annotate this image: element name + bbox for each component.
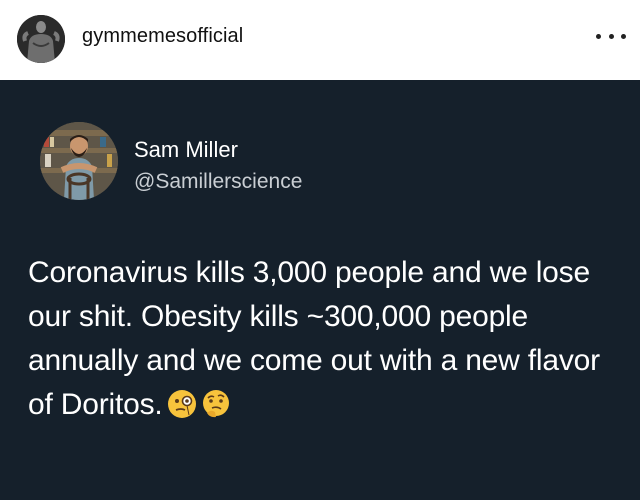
man-in-chair-avatar-icon	[40, 122, 118, 200]
tweet-author-avatar[interactable]	[40, 122, 118, 200]
dot	[596, 33, 601, 39]
tweet-card: Sam Miller @Samillerscience Coronavirus …	[0, 80, 640, 500]
bodybuilder-avatar-icon	[17, 15, 65, 63]
thinking-face-emoji-icon	[202, 390, 229, 418]
account-avatar[interactable]	[17, 15, 65, 63]
dot	[621, 33, 626, 39]
dot	[608, 33, 614, 39]
account-username[interactable]: gymmemesofficial	[82, 25, 243, 48]
instagram-post-header: gymmemesofficial	[0, 0, 640, 80]
tweet-body: Coronavirus kills 3,000 people and we lo…	[28, 256, 600, 421]
tweet-author-handle[interactable]: @Samillerscience	[134, 170, 302, 194]
tweet-author-name[interactable]: Sam Miller	[134, 137, 238, 163]
tweet-text: Coronavirus kills 3,000 people and we lo…	[28, 251, 628, 427]
monocle-face-emoji-icon	[167, 390, 196, 418]
more-options-icon[interactable]	[596, 28, 626, 44]
